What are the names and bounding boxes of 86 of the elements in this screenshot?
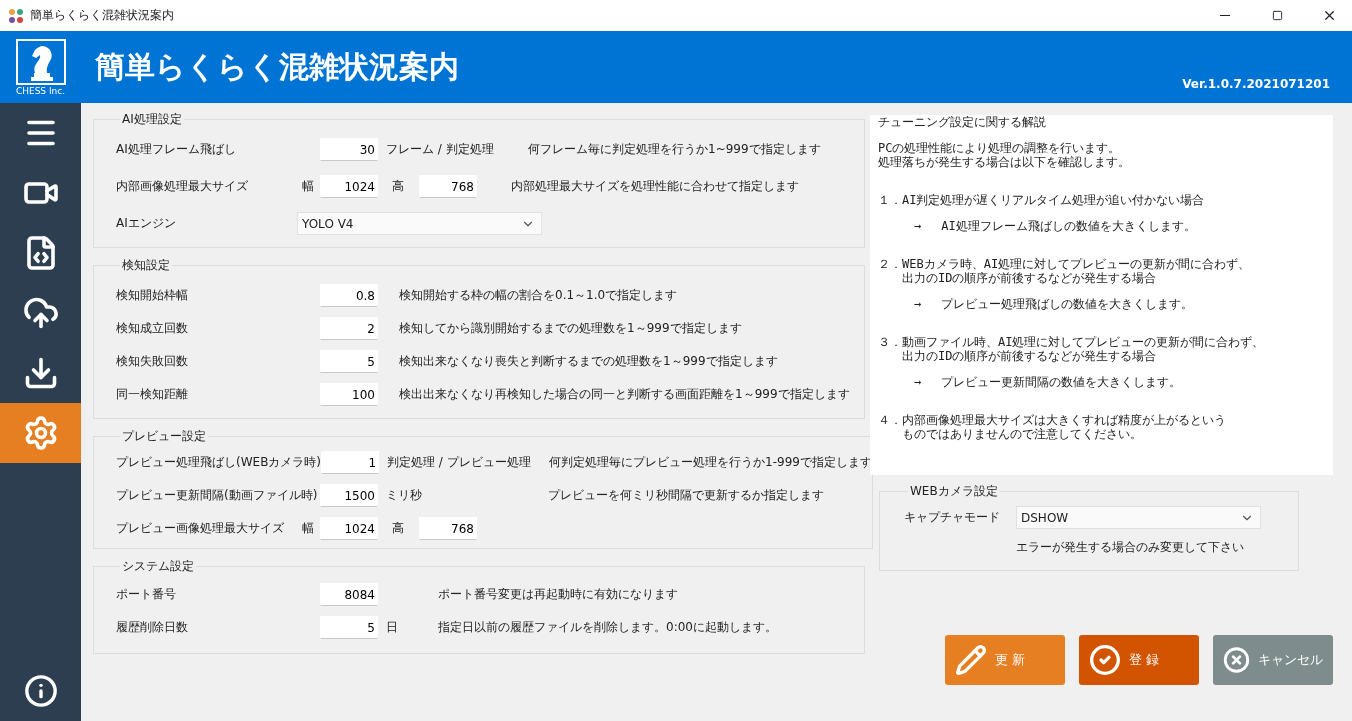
capture-mode-dropdown[interactable]: DSHOW	[1016, 506, 1261, 529]
help-text: 出力のIDの順序が前後するなどが発生する場合	[902, 349, 1158, 363]
app-title: 簡単らくらく混雑状況案内	[95, 47, 460, 86]
help-text: ものではありませんので注意してください。	[902, 427, 1143, 441]
group-title: プレビュー設定	[121, 428, 207, 445]
field-label: 同一検知距離	[116, 386, 189, 403]
knight-logo-icon	[15, 38, 66, 85]
help-text: 内部画像処理最大サイズは大きくすれば精度が上がるという	[902, 413, 1226, 427]
field-label: 検知開始枠幅	[116, 287, 189, 304]
group-title: WEBカメラ設定	[909, 483, 999, 500]
field-description: 何フレーム毎に判定処理を行うか1~999で指定します	[528, 141, 821, 158]
note-text: エラーが発生する場合のみ変更して下さい	[1016, 539, 1245, 556]
height-label: 高	[391, 520, 405, 537]
number-field[interactable]: 1024	[320, 175, 378, 198]
field-label: プレビュー更新間隔(動画ファイル時)	[116, 487, 319, 504]
field-label: 検知成立回数	[116, 320, 189, 337]
help-number: ４．	[878, 413, 902, 429]
width-label: 幅	[302, 178, 315, 195]
field-description: 検知開始する枠の幅の割合を0.1～1.0で指定します	[399, 287, 678, 304]
field-label: ポート番号	[116, 586, 177, 603]
unit-label: 判定処理 / プレビュー処理	[387, 454, 531, 471]
maximize-icon	[1271, 10, 1283, 21]
unit-label: 日	[386, 619, 398, 636]
help-number: ２．	[878, 257, 902, 273]
field-description: 指定日以前の履歴ファイルを削除します。0:00に起動します。	[438, 619, 777, 636]
number-field[interactable]: 1500	[320, 484, 378, 507]
cloud-upload-icon	[22, 295, 59, 331]
help-text: AI判定処理が遅くリアルタイム処理が追い付かない場合	[902, 193, 1205, 207]
help-text: AI処理フレーム飛ばしの数値を大きくします。	[941, 219, 1196, 233]
field-label: 内部画像処理最大サイズ	[116, 178, 249, 195]
group-title: システム設定	[121, 558, 195, 575]
info-icon	[23, 674, 58, 708]
minimize-icon	[1220, 15, 1230, 16]
engine-dropdown[interactable]: YOLO V4	[297, 212, 542, 235]
field-description: 検出出来なくなり再検知した場合の同一と判断する画面距離を1～999で指定します	[399, 386, 850, 403]
arrow-text: →	[914, 375, 922, 389]
company-name: CHESS Inc.	[15, 85, 66, 96]
field-label: AIエンジン	[116, 215, 177, 232]
field-description: プレビューを何ミリ秒間隔で更新するか指定します	[548, 487, 824, 504]
unit-label: ミリ秒	[386, 487, 422, 504]
field-label: プレビュー処理飛ばし(WEBカメラ時)	[116, 454, 322, 471]
group-title: 検知設定	[121, 257, 171, 274]
close-circle-icon	[1223, 644, 1250, 676]
number-field[interactable]: 1024	[320, 517, 378, 540]
field-label: キャプチャモード	[904, 509, 1001, 526]
help-text: 出力のIDの順序が前後するなどが発生する場合	[902, 271, 1158, 285]
field-description: 何判定処理毎にプレビュー処理を行うか1-999で指定します	[549, 454, 872, 471]
field-description: 検知してから識別開始するまでの処理数を1～999で指定します	[399, 320, 742, 337]
field-label: 履歴削除日数	[116, 619, 189, 636]
version-label: Ver.1.0.7.2021071201	[1182, 77, 1330, 91]
unit-label: フレーム / 判定処理	[386, 141, 494, 158]
help-title: チューニング設定に関する解説	[878, 115, 1047, 129]
help-number: １．	[878, 193, 902, 207]
number-field[interactable]: 768	[419, 175, 477, 198]
field-description: 検知出来なくなり喪失と判断するまでの処理数を1～999で指定します	[399, 353, 778, 370]
arrow-text: →	[914, 219, 922, 233]
check-circle-icon	[1089, 644, 1121, 676]
help-text: プレビュー処理飛ばしの数値を大きくします。	[941, 297, 1194, 311]
field-label: 検知失敗回数	[116, 353, 189, 370]
field-description: 内部処理最大サイズを処理性能に合わせて指定します	[511, 178, 799, 195]
help-text: 処理落ちが発生する場合は以下を確認します。	[878, 155, 1131, 169]
help-text: PCの処理性能により処理の調整を行います。	[878, 141, 1122, 155]
number-field[interactable]: 2	[320, 317, 378, 340]
width-label: 幅	[302, 520, 315, 537]
number-field[interactable]: 100	[320, 383, 378, 406]
number-field[interactable]: 1	[321, 451, 380, 474]
help-number: ３．	[878, 335, 902, 351]
number-field[interactable]: 30	[320, 138, 378, 161]
number-field[interactable]: 8084	[320, 583, 378, 606]
register-button[interactable]: 登 録	[1079, 635, 1199, 685]
help-text: プレビュー更新間隔の数値を大きくします。	[941, 375, 1182, 389]
field-label: AI処理フレーム飛ばし	[116, 141, 237, 158]
window-title: 簡単らくらく混雑状況案内	[30, 7, 175, 24]
help-text: 動画ファイル時、AI処理に対してプレビューの更新が間に合わず、	[902, 335, 1265, 349]
arrow-text: →	[914, 297, 922, 311]
number-field[interactable]: 768	[419, 517, 477, 540]
group-title: AI処理設定	[121, 111, 183, 128]
field-label: プレビュー画像処理最大サイズ	[116, 520, 285, 537]
pencil-icon	[955, 644, 987, 676]
number-field[interactable]: 5	[320, 616, 378, 639]
field-description: ポート番号変更は再起動時に有効になります	[438, 586, 678, 603]
height-label: 高	[391, 178, 405, 195]
people-app-icon	[8, 7, 24, 24]
number-field[interactable]: 0.8	[320, 284, 378, 307]
help-text: WEBカメラ時、AI処理に対してプレビューの更新が間に合わず、	[902, 257, 1251, 271]
number-field[interactable]: 5	[320, 350, 378, 373]
